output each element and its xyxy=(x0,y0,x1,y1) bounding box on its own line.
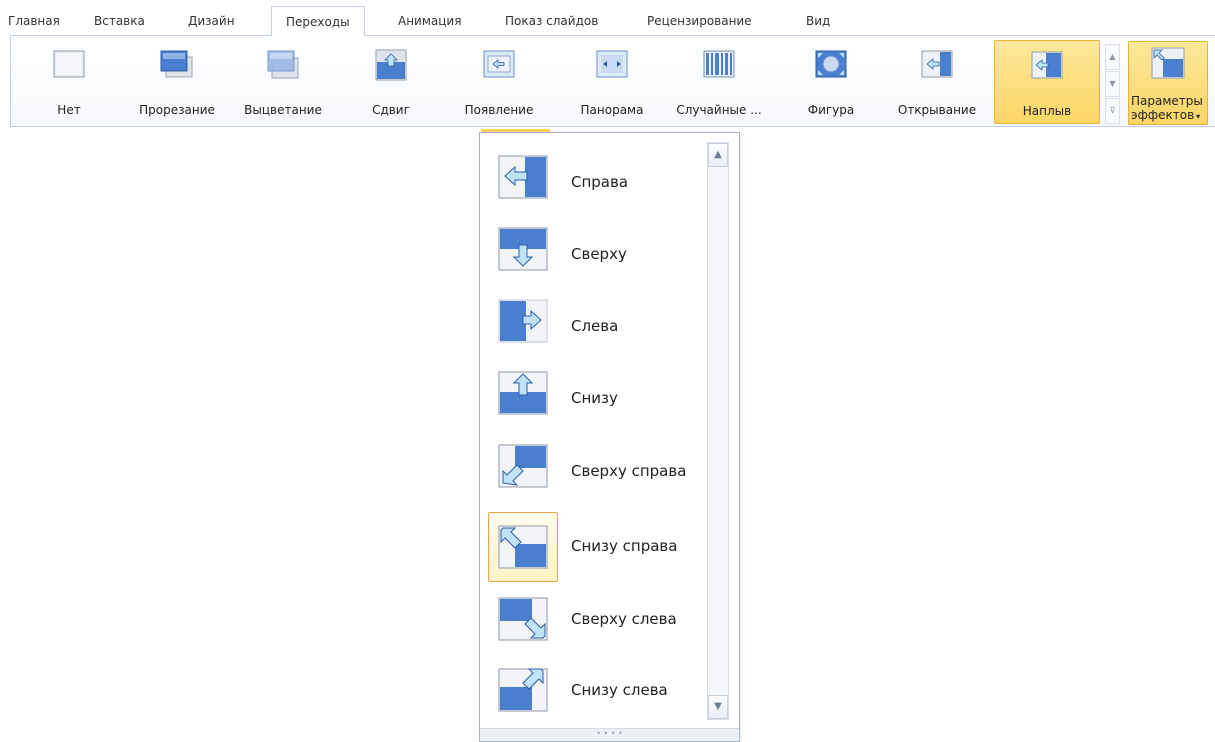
gallery-label: Прорезание xyxy=(139,103,215,117)
random-bars-transition-icon xyxy=(703,50,735,78)
from-top-icon xyxy=(498,227,548,271)
effect-options-button[interactable]: Параметры эффектов ▾ xyxy=(1128,41,1208,125)
gallery-label: Фигура xyxy=(807,103,855,117)
fade-transition-icon xyxy=(267,50,299,79)
tab-animations[interactable]: Анимация xyxy=(396,10,463,34)
gallery-scroll-down-button[interactable]: ▼ xyxy=(1105,71,1120,97)
gallery-more-button[interactable]: ⊽ xyxy=(1105,98,1120,124)
effect-options-menu: Справа Сверху Слева Снизу Сверху справа … xyxy=(479,132,740,742)
gallery-label: Наплыв xyxy=(1022,104,1072,118)
effect-options-label: Параметры xyxy=(1131,94,1203,108)
tab-view[interactable]: Вид xyxy=(804,10,832,34)
uncover-transition-icon xyxy=(921,50,953,78)
tab-design[interactable]: Дизайн xyxy=(186,10,237,34)
split-transition-icon xyxy=(596,50,628,78)
gallery-label: Открывание xyxy=(897,103,977,117)
menu-item-label: Снизу xyxy=(571,389,618,407)
menu-item-from-left[interactable] xyxy=(488,286,558,356)
transition-push-button[interactable]: Сдвиг xyxy=(361,40,421,124)
menu-item-from-bottom-right[interactable] xyxy=(488,512,558,582)
gallery-label: Появление xyxy=(464,103,534,117)
transition-uncover-button[interactable]: Открывание xyxy=(885,40,989,124)
menu-scroll-up-button[interactable]: ▲ xyxy=(708,143,728,167)
menu-scrollbar[interactable]: ▲ ▼ xyxy=(707,142,729,720)
gallery-label: Выцветание xyxy=(244,103,322,117)
menu-item-from-top-right[interactable] xyxy=(488,431,558,501)
ribbon-tab-bar: Главная Вставка Дизайн Переходы Анимация… xyxy=(0,0,1215,36)
menu-item-from-top[interactable] xyxy=(488,214,558,284)
transition-shape-button[interactable]: Фигура xyxy=(795,40,867,124)
from-bottom-icon xyxy=(498,371,548,415)
from-left-icon xyxy=(498,299,548,343)
menu-item-from-right[interactable] xyxy=(488,142,558,212)
gallery-label: Случайные ... xyxy=(676,103,762,117)
cut-transition-icon xyxy=(160,50,193,78)
transition-split-button[interactable]: Панорама xyxy=(567,40,657,124)
transition-wipe-button[interactable]: Появление xyxy=(451,40,547,124)
transition-cut-button[interactable]: Прорезание xyxy=(125,40,229,124)
effect-options-label-text: эффектов xyxy=(1131,108,1195,122)
menu-item-label: Сверху xyxy=(571,245,627,263)
transition-random-bars-button[interactable]: Случайные ... xyxy=(667,40,771,124)
from-bottom-left-icon xyxy=(498,668,548,712)
from-bottom-right-icon xyxy=(498,525,548,569)
menu-item-label: Справа xyxy=(571,173,629,191)
menu-item-label: Снизу справа xyxy=(571,537,678,555)
menu-item-label: Слева xyxy=(571,317,619,335)
menu-item-from-bottom[interactable] xyxy=(488,358,558,428)
cover-transition-icon xyxy=(1031,51,1063,79)
from-top-left-icon xyxy=(498,597,548,641)
tab-insert[interactable]: Вставка xyxy=(92,10,147,34)
tab-transitions[interactable]: Переходы xyxy=(271,6,365,36)
wipe-transition-icon xyxy=(483,50,515,78)
menu-item-label: Сверху справа xyxy=(571,462,687,480)
push-transition-icon xyxy=(375,49,407,81)
effect-options-icon xyxy=(1151,47,1185,79)
transition-none-button[interactable]: Нет xyxy=(43,40,95,124)
tab-slideshow[interactable]: Показ слайдов xyxy=(503,10,600,34)
gallery-scroll-up-button[interactable]: ▲ xyxy=(1105,44,1120,70)
gallery-label: Сдвиг xyxy=(372,103,410,117)
transitions-ribbon: Нет Прорезание Выцветание Сдвиг Появлени… xyxy=(10,35,1215,127)
effect-options-label-2: эффектов ▾ xyxy=(1131,108,1200,122)
tab-review[interactable]: Рецензирование xyxy=(645,10,754,34)
from-right-icon xyxy=(498,155,548,199)
shape-transition-icon xyxy=(815,50,847,78)
menu-scroll-down-button[interactable]: ▼ xyxy=(708,695,728,719)
menu-resize-grip[interactable]: • • • • xyxy=(480,728,739,741)
gallery-label: Нет xyxy=(57,103,81,117)
tab-home[interactable]: Главная xyxy=(6,10,62,34)
dropdown-arrow-icon: ▾ xyxy=(1196,112,1201,121)
none-transition-icon xyxy=(53,50,85,78)
transition-fade-button[interactable]: Выцветание xyxy=(227,40,339,124)
transition-cover-button[interactable]: Наплыв xyxy=(994,40,1100,124)
gallery-scroll: ▲ ▼ ⊽ xyxy=(1105,44,1121,126)
menu-item-label: Сверху слева xyxy=(571,610,677,628)
menu-item-from-top-left[interactable] xyxy=(488,584,558,654)
from-top-right-icon xyxy=(498,444,548,488)
menu-item-label: Снизу слева xyxy=(571,681,668,699)
menu-item-from-bottom-left[interactable] xyxy=(488,655,558,725)
gallery-label: Панорама xyxy=(580,103,644,117)
